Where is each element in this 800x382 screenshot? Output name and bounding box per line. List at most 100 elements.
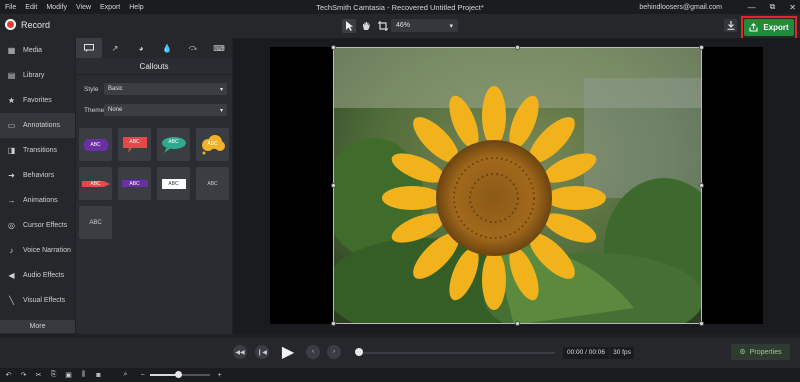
restore-icon[interactable]: ⧉ (770, 2, 776, 12)
resize-handle[interactable] (699, 45, 704, 50)
rewind-icon[interactable]: ◀◀ (233, 345, 247, 359)
callout-text: ABC (207, 180, 218, 187)
annotations-panel: ↗ ◕ 💧 ⤼ ⌨ Callouts Style Basic ▾ Theme N… (76, 38, 232, 334)
zoom-out-icon[interactable]: − (136, 372, 149, 379)
select-tool-icon[interactable] (342, 19, 356, 33)
time-display: 00:00 / 00:06 (563, 347, 609, 359)
arrow-tab-icon[interactable]: ↗ (102, 38, 128, 58)
callout-thumb[interactable]: ABC (118, 167, 151, 200)
menu-modify[interactable]: Modify (46, 4, 67, 11)
next-icon[interactable]: › (327, 345, 341, 359)
menu-edit[interactable]: Edit (25, 4, 37, 11)
media-icon: ▦ (7, 46, 16, 55)
library-icon: ▤ (7, 71, 16, 80)
callout-thumb[interactable]: ABC (79, 128, 112, 161)
more-button[interactable]: More (0, 320, 75, 333)
account-email[interactable]: behindloosers@gmail.com (639, 4, 722, 11)
shape-tab-icon[interactable]: ◕ (128, 38, 154, 58)
resize-handle[interactable] (331, 183, 336, 188)
pan-hand-icon[interactable] (359, 19, 373, 33)
sketch-tab-icon[interactable]: ⤼ (180, 38, 206, 58)
menu-view[interactable]: View (76, 4, 91, 11)
record-button[interactable]: Record (5, 19, 50, 30)
callout-thumb[interactable]: ABC (118, 128, 151, 161)
nav-item-annotations[interactable]: ▭ Annotations (0, 113, 75, 138)
export-button[interactable]: Export (744, 19, 794, 36)
nav-item-media[interactable]: ▦ Media (0, 38, 75, 63)
blur-tab-icon[interactable]: 💧 (154, 38, 180, 58)
play-icon[interactable]: ▶ (278, 342, 298, 362)
nav-label: Favorites (23, 97, 52, 104)
scrubber-track[interactable] (357, 352, 555, 354)
minimize-icon[interactable]: — (748, 3, 756, 12)
callout-thumb[interactable]: ABC (79, 206, 112, 239)
scrubber-handle[interactable] (355, 348, 363, 356)
nav-item-audio-effects[interactable]: ◀ Audio Effects (0, 263, 75, 288)
keystroke-tab-icon[interactable]: ⌨ (206, 38, 232, 58)
callout-tab-icon[interactable] (76, 38, 102, 58)
copy-icon[interactable]: ⎘ (47, 371, 60, 379)
step-back-icon[interactable]: ❙◀ (255, 345, 269, 359)
zoom-in-icon[interactable]: + (213, 372, 226, 379)
timeline-zoom-handle[interactable] (175, 371, 182, 378)
close-icon[interactable]: ✕ (789, 3, 796, 12)
properties-button[interactable]: ⚙ Properties (731, 344, 790, 360)
zoom-icon[interactable]: ⌕ (119, 371, 132, 379)
nav-item-visual-effects[interactable]: ╲ Visual Effects (0, 288, 75, 313)
canvas-zoom-select[interactable]: 46% ▾ (391, 19, 458, 32)
theme-select[interactable]: None ▾ (104, 104, 227, 116)
callout-thumb[interactable]: ABC (157, 128, 190, 161)
nav-item-behaviors[interactable]: ➜ Behaviors (0, 163, 75, 188)
window-controls: — ⧉ ✕ (748, 0, 796, 14)
cursor-icon: ◎ (8, 221, 15, 230)
resize-handle[interactable] (515, 45, 520, 50)
crop-icon[interactable] (376, 19, 390, 33)
style-select[interactable]: Basic ▾ (104, 83, 227, 95)
resize-handle[interactable] (331, 321, 336, 326)
previous-icon[interactable]: ‹ (306, 345, 320, 359)
nav-item-library[interactable]: ▤ Library (0, 63, 75, 88)
resize-handle[interactable] (331, 45, 336, 50)
nav-label: Behaviors (23, 172, 55, 179)
chevron-down-icon: ▾ (219, 86, 223, 93)
microphone-icon: ♪ (9, 246, 14, 255)
nav-label: Voice Narration (23, 247, 71, 254)
resize-handle[interactable] (515, 321, 520, 326)
callout-thumb[interactable]: ABC (79, 167, 112, 200)
left-nav: ▦ Media ▤ Library ★ Favorites ▭ Annotati… (0, 38, 75, 334)
magic-wand-icon: ╲ (9, 296, 14, 305)
nav-item-favorites[interactable]: ★ Favorites (0, 88, 75, 113)
callout-thumb[interactable]: ABC (196, 167, 229, 200)
sunflower-image[interactable] (333, 47, 702, 324)
resize-handle[interactable] (699, 183, 704, 188)
callout-text: ABC (168, 180, 179, 187)
nav-item-cursor-effects[interactable]: ◎ Cursor Effects (0, 213, 75, 238)
menu-help[interactable]: Help (129, 4, 143, 11)
transitions-icon: ◨ (7, 146, 16, 155)
nav-label: Library (23, 72, 45, 79)
nav-label: Cursor Effects (23, 222, 68, 229)
snapshot-icon[interactable]: ◙ (92, 372, 105, 379)
zoom-value: 46% (396, 22, 411, 29)
paste-icon[interactable]: ▣ (62, 371, 75, 379)
share-icon (749, 23, 758, 32)
nav-item-animations[interactable]: → Animations (0, 188, 75, 213)
cut-icon[interactable]: ✂ (32, 371, 45, 379)
split-icon[interactable]: ⫼ (77, 371, 90, 379)
nav-item-voice-narration[interactable]: ♪ Voice Narration (0, 238, 75, 263)
style-value: Basic (108, 86, 123, 92)
theme-row: Theme None ▾ (84, 104, 227, 116)
callout-thumb[interactable]: ABC (196, 128, 229, 161)
menu-bar: File Edit Modify View Export Help (0, 4, 144, 11)
nav-item-transitions[interactable]: ◨ Transitions (0, 138, 75, 163)
properties-label: Properties (749, 348, 782, 356)
menu-file[interactable]: File (5, 4, 16, 11)
callout-thumb[interactable]: ABC (157, 167, 190, 200)
download-icon[interactable] (724, 19, 737, 32)
redo-icon[interactable]: ↷ (17, 371, 30, 379)
animations-icon: → (7, 196, 16, 205)
resize-handle[interactable] (699, 321, 704, 326)
menu-export[interactable]: Export (100, 4, 120, 11)
undo-icon[interactable]: ↶ (2, 371, 15, 379)
style-label: Style (84, 85, 99, 93)
